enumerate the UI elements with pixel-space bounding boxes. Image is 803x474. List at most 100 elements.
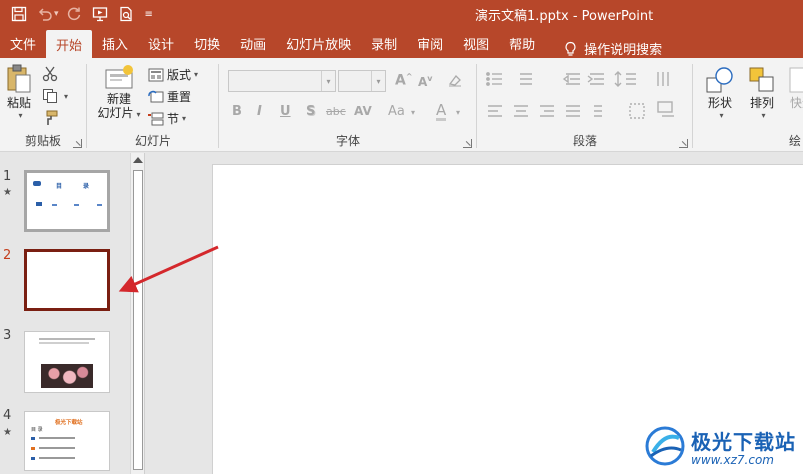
reset-label: 重置 <box>167 90 192 104</box>
print-preview-button[interactable] <box>113 3 139 25</box>
window-title: 演示文稿1.pptx - PowerPoint <box>475 9 654 24</box>
font-size-dropdown-icon[interactable]: ▾ <box>371 71 385 91</box>
font-size-combo[interactable]: ▾ <box>338 70 386 92</box>
redo-button[interactable] <box>61 3 87 25</box>
from-start-button[interactable] <box>87 3 113 25</box>
slide-number: 1 <box>3 169 12 184</box>
format-painter-icon <box>46 110 58 125</box>
layout-dropdown-icon[interactable]: ▾ <box>194 70 198 79</box>
clear-format-icon[interactable] <box>447 72 463 88</box>
reset-button[interactable]: 重置 <box>148 88 191 105</box>
font-group: ▾ ▾ A^ Av B I U S abc AV Aa ▾ A ▾ 字体 <box>220 58 476 152</box>
arrange-label: 排列 <box>749 96 774 110</box>
undo-dropdown-icon[interactable]: ▾ <box>54 9 59 19</box>
slide-thumbnail-3[interactable] <box>24 331 110 393</box>
layout-label: 版式 <box>167 68 192 82</box>
shapes-label: 形状 <box>707 96 732 110</box>
slide-number: 4 <box>3 408 12 423</box>
quick-styles-icon <box>789 67 803 93</box>
font-color-dropdown-icon[interactable]: ▾ <box>456 108 460 117</box>
ribbon-tabs: 文件 开始 插入 设计 切换 动画 幻灯片放映 录制 审阅 视图 帮助 操作说明… <box>0 28 803 58</box>
group-divider <box>692 64 693 148</box>
paragraph-launcher-icon[interactable] <box>679 139 688 148</box>
shadow-button[interactable]: S <box>306 104 315 119</box>
shapes-icon <box>706 67 733 93</box>
watermark: 极光下载站 www.xz7.com <box>643 418 803 474</box>
italic-button[interactable]: I <box>257 104 262 119</box>
copy-icon <box>43 89 57 103</box>
drawing-group: 形状 ▾ 排列 ▾ 快速 绘 <box>694 58 803 152</box>
tab-slideshow[interactable]: 幻灯片放映 <box>276 28 361 58</box>
drawing-group-label: 绘 <box>789 134 802 148</box>
paste-button[interactable]: 粘贴 ▾ <box>4 64 34 120</box>
tab-view[interactable]: 视图 <box>453 28 499 58</box>
tab-home[interactable]: 开始 <box>46 30 93 58</box>
scroll-thumb[interactable] <box>133 170 143 470</box>
font-name-combo[interactable]: ▾ <box>228 70 336 92</box>
thumbnail-scrollbar[interactable] <box>130 153 145 474</box>
print-preview-icon <box>119 6 132 22</box>
watermark-url: www.xz7.com <box>691 452 774 467</box>
save-button[interactable] <box>6 3 32 25</box>
slide4-title: 极光下载站 <box>55 420 83 426</box>
bold-button[interactable]: B <box>232 104 242 119</box>
tab-record[interactable]: 录制 <box>361 28 407 58</box>
strikethrough-button[interactable]: abc <box>326 105 346 118</box>
clipboard-launcher-icon[interactable] <box>73 139 82 148</box>
shapes-dropdown-icon[interactable]: ▾ <box>719 111 723 120</box>
slide4-heading: 目 录 <box>31 427 43 433</box>
tab-help[interactable]: 帮助 <box>499 28 545 58</box>
copy-button[interactable]: ▾ <box>42 88 68 104</box>
tab-design[interactable]: 设计 <box>138 28 184 58</box>
section-icon <box>148 112 164 125</box>
paste-icon <box>7 64 31 93</box>
shrink-font-button[interactable]: Av <box>418 74 433 89</box>
arrange-button[interactable]: 排列 ▾ <box>744 66 780 120</box>
save-icon <box>11 6 27 22</box>
new-slide-dropdown-icon[interactable]: ▾ <box>137 110 141 119</box>
section-dropdown-icon[interactable]: ▾ <box>182 114 186 123</box>
slide-thumbnail-4[interactable]: 极光下载站 目 录 <box>24 411 110 471</box>
paragraph-controls-icon[interactable] <box>484 70 690 126</box>
font-name-dropdown-icon[interactable]: ▾ <box>321 71 335 91</box>
watermark-logo-icon <box>645 426 685 466</box>
arrange-dropdown-icon[interactable]: ▾ <box>761 111 765 120</box>
quick-styles-label: 快速 <box>789 96 803 110</box>
font-color-button[interactable]: A <box>436 103 447 121</box>
tab-review[interactable]: 审阅 <box>407 28 453 58</box>
char-spacing-button[interactable]: AV <box>354 104 372 118</box>
tab-insert[interactable]: 插入 <box>92 28 138 58</box>
new-slide-label-1: 新建 <box>106 92 131 106</box>
quick-access-toolbar: ▾ ≡ <box>0 0 155 28</box>
slide-thumbnail-2[interactable] <box>24 249 110 311</box>
paste-dropdown-icon[interactable]: ▾ <box>18 111 22 120</box>
underline-button[interactable]: U <box>280 104 291 119</box>
section-button[interactable]: 节 ▾ <box>148 110 186 127</box>
tab-transitions[interactable]: 切换 <box>184 28 230 58</box>
copy-dropdown-icon[interactable]: ▾ <box>64 92 68 101</box>
tab-animations[interactable]: 动画 <box>230 28 276 58</box>
grow-font-button[interactable]: A^ <box>395 72 413 89</box>
shapes-button[interactable]: 形状 ▾ <box>700 66 740 120</box>
customize-qat-icon[interactable]: ≡ <box>145 9 153 20</box>
clipboard-group: 粘贴 ▾ ▾ 剪贴板 <box>0 58 86 152</box>
tell-me-search[interactable]: 操作说明搜索 <box>545 39 662 58</box>
animation-star-icon: ★ <box>3 427 12 438</box>
section-label: 节 <box>167 112 180 126</box>
change-case-button[interactable]: Aa <box>388 104 405 119</box>
slide-thumbnail-1[interactable]: 目 录 <box>24 170 110 232</box>
paragraph-group-label: 段落 <box>572 134 597 148</box>
paragraph-group: 段落 <box>478 58 692 152</box>
tab-file[interactable]: 文件 <box>0 28 46 58</box>
scissors-icon <box>42 66 58 82</box>
layout-button[interactable]: 版式 ▾ <box>148 66 198 83</box>
font-launcher-icon[interactable] <box>463 139 472 148</box>
quick-styles-button[interactable]: 快速 <box>782 66 803 111</box>
format-painter-button[interactable] <box>42 110 61 126</box>
new-slide-button[interactable]: 新建 幻灯片 ▾ <box>94 64 144 122</box>
paste-label: 粘贴 <box>6 96 31 110</box>
slide-thumbnail-pane: 1 ★ 目 录 2 3 4 ★ 极光下载站 目 录 <box>0 153 146 474</box>
scroll-up-icon[interactable] <box>133 157 143 163</box>
change-case-dropdown-icon[interactable]: ▾ <box>411 108 415 117</box>
cut-button[interactable] <box>42 66 61 82</box>
